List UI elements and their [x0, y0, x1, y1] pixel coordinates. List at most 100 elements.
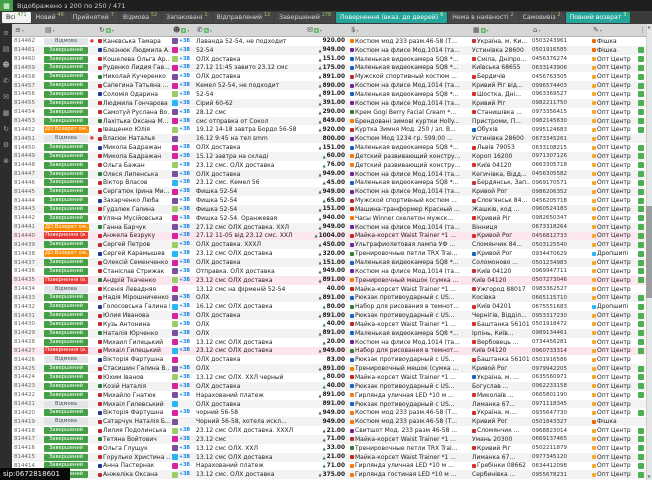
social-viber-icon[interactable] — [172, 392, 178, 398]
table-row[interactable]: 814441ДО Возврат ож.Ганна Барчук+ЗВ27.12… — [12, 223, 652, 232]
orders-icon[interactable]: ▦ — [3, 110, 10, 117]
social-olx-icon[interactable] — [172, 206, 178, 212]
social-viber-icon[interactable] — [172, 198, 178, 204]
social-inst-icon[interactable] — [172, 313, 178, 319]
social-olx-icon[interactable] — [172, 277, 178, 283]
social-inst-icon[interactable] — [172, 47, 178, 53]
table-row[interactable]: 814436ЗавершенийСтаніслав Стрижак+ЗВОтпр… — [12, 267, 652, 276]
social-viber-icon[interactable] — [172, 268, 178, 274]
table-row[interactable]: 814446ЗавершенийВіктор Власов+ЗВ23.12 см… — [12, 179, 652, 188]
social-inst-icon[interactable] — [172, 145, 178, 151]
social-inst-icon[interactable] — [172, 233, 178, 239]
table-row[interactable]: 814449ЗавершенийМикола Бадражан+ЗВ15.12 … — [12, 152, 652, 161]
table-row[interactable]: 814461ЗавершенийБлезнюк Людмила А...+ЗВ5… — [12, 46, 652, 55]
social-viber-icon[interactable] — [172, 366, 178, 372]
table-row[interactable]: 814447ЗавершенийОлеся Липенська+ЗВОЛХ до… — [12, 170, 652, 179]
vertical-scrollbar[interactable]: ▲ ▼ — [646, 24, 652, 480]
table-row[interactable]: 814445ЗавершенийСергатюк Ірина Ми...+ЗВФ… — [12, 187, 652, 196]
social-tg-icon[interactable] — [172, 180, 178, 186]
social-inst-icon[interactable] — [172, 260, 178, 266]
social-inst-icon[interactable] — [172, 118, 178, 124]
social-viber-icon[interactable] — [172, 224, 178, 230]
table-row[interactable]: 814413ЗавершенийАнжеліка Оксана+ЗВ13.12 … — [12, 470, 652, 479]
column-header-address[interactable]: ⌂▾ — [530, 26, 590, 34]
social-viber-icon[interactable] — [172, 171, 178, 177]
social-inst-icon[interactable] — [172, 153, 178, 159]
table-row[interactable]: 814414ЗавершенийАнна Пастернак+ЗВНарахов… — [12, 462, 652, 471]
settings-icon[interactable]: ⚙ — [3, 142, 9, 149]
logout-icon[interactable]: ⊗ — [3, 158, 9, 165]
clients-icon[interactable]: ☻ — [2, 62, 9, 69]
social-inst-icon[interactable] — [172, 339, 178, 345]
table-row[interactable]: 814429ЗавершенийНаталія Юрченко+ЗВОЛХ▲89… — [12, 329, 652, 338]
column-header-amount[interactable]: $▾ — [348, 26, 470, 34]
table-row[interactable]: 814422ЗавершенийМихайло Гнатюк+ЗВНарахов… — [12, 391, 652, 400]
add-icon[interactable]: + — [204, 28, 209, 33]
table-row[interactable]: 814452ДО Возврат ож.Іващенко Юлія+ЗВ19.1… — [12, 125, 652, 134]
table-row[interactable]: 814421ВідмоваМихаіл ГилевськийОЛХ достав… — [12, 400, 652, 409]
social-olx-icon[interactable] — [172, 162, 178, 168]
refresh-icon[interactable]: ↻ — [3, 126, 9, 133]
dashboard-icon[interactable]: ▤ — [3, 46, 10, 53]
table-row[interactable]: 814416ЗавершенийОльга Глущук+ЗВ13.12 смс… — [12, 444, 652, 453]
table-row[interactable]: 814424ЗавершенийЮхим Іванов+ЗВ13.12 смс … — [12, 373, 652, 382]
column-header-id[interactable]: ≡▾ — [12, 26, 42, 34]
social-olx-icon[interactable] — [172, 91, 178, 97]
column-header-delivery[interactable]: ✆+▾ — [194, 26, 304, 34]
social-inst-icon[interactable] — [172, 189, 178, 195]
table-row[interactable]: 814444ЗавершенийЗахарченко Люба+ЗВФишка … — [12, 196, 652, 205]
table-row[interactable]: 814454ЗавершенийСамотуй Руслана Во...+ЗВ… — [12, 108, 652, 117]
scrollbar-thumb[interactable] — [646, 206, 652, 297]
menu-icon[interactable]: ≡ — [3, 30, 9, 37]
table-row[interactable]: 814418ЗавершенийЛилия Подолинська+ЗВ23.1… — [12, 426, 652, 435]
social-tg-icon[interactable] — [172, 304, 178, 310]
add-icon[interactable]: + — [181, 28, 186, 33]
social-tg-icon[interactable] — [172, 100, 178, 106]
table-row[interactable]: 814450ЗавершенийМикола Бадражан+ЗВОЛХ до… — [12, 143, 652, 152]
table-row[interactable]: 814417ЗавершенийТетяна Войтович+ЗВ23.12 … — [12, 435, 652, 444]
mail-icon[interactable]: ✉ — [3, 94, 9, 101]
column-header-products[interactable]: ▦+▾ — [470, 26, 530, 34]
column-header-comments[interactable]: ✉+▾ — [304, 26, 348, 34]
social-viber-icon[interactable] — [172, 445, 178, 451]
table-row[interactable]: 814430ЗавершенийКузь Антонина+ЗВОЛХ▲40.0… — [12, 320, 652, 329]
table-row[interactable]: 814440Повернення (в.Анжела Безруку+ЗВ27.… — [12, 232, 652, 241]
social-viber-icon[interactable] — [172, 38, 178, 44]
table-row[interactable]: 814435Повернення (в.Андрій Ткаченко+ЗВ23… — [12, 276, 652, 285]
tab-відправлений[interactable]: Відправлений12 — [213, 12, 275, 23]
social-viber-icon[interactable] — [172, 136, 178, 142]
table-row[interactable]: 814462Відмова●Канєвська Тамара+ЗВЛаванда… — [12, 37, 652, 46]
column-header-contacts[interactable]: ☻+▾ — [170, 26, 194, 34]
table-row[interactable]: 814431ЗавершенийЮлия Иванова+ЗВОЛХ доста… — [12, 311, 652, 320]
social-inst-icon[interactable] — [172, 215, 178, 221]
table-row[interactable]: 814456ЗавершенийСоломія Одарина+ЗВ52-54▲… — [12, 90, 652, 99]
social-viber-icon[interactable] — [172, 74, 178, 80]
column-header-more[interactable]: ⋮▾ — [636, 26, 646, 34]
table-row[interactable]: 814427Повернення (в.Михаіл Гилецький+ЗВ2… — [12, 347, 652, 356]
table-row[interactable]: 814439ЗавершенийСергей Петров+ЗВОЛХ дост… — [12, 240, 652, 249]
table-row[interactable]: 814423ЗавершенийКозій Наталія+ЗВОЛХ дост… — [12, 382, 652, 391]
column-header-phone[interactable]: ✎▾ — [590, 26, 636, 34]
table-row[interactable]: 814437ЗавершенийОлексій Семенченко+ЗВОЛХ… — [12, 258, 652, 267]
tab-повний-возврат[interactable]: Повний возврат3 — [566, 12, 631, 23]
add-icon[interactable]: + — [106, 28, 111, 33]
social-olx-icon[interactable] — [172, 321, 178, 327]
tab-всі[interactable]: Всі471 — [2, 12, 31, 23]
social-viber-icon[interactable] — [172, 109, 178, 115]
social-viber-icon[interactable] — [172, 419, 178, 425]
table-row[interactable]: 814460ЗавершенийКошелева Ольга Ар...+ЗВО… — [12, 55, 652, 64]
social-olx-icon[interactable] — [172, 374, 178, 380]
social-viber-icon[interactable] — [172, 295, 178, 301]
social-inst-icon[interactable] — [172, 410, 178, 416]
column-header-client[interactable]: ↻+▾ — [96, 26, 170, 34]
calls-icon[interactable]: ✆ — [3, 78, 9, 85]
column-header-status[interactable]: ▤▾ — [42, 26, 96, 34]
table-row[interactable]: 814448ЗавершенийОльга Бажан+ЗВ23.12 смс.… — [12, 161, 652, 170]
social-tg-icon[interactable] — [172, 454, 178, 460]
table-row[interactable]: 814458ЗавершенийНиколай Кучеренко+ЗВОЛХ … — [12, 72, 652, 81]
table-row[interactable]: 814426ВідмоваВікторія ФартушнаОЛХ достав… — [12, 355, 652, 364]
table-row[interactable]: 814434ВідмоваКсенія Левадняя13.12 смс на… — [12, 285, 652, 294]
table-row[interactable]: 814457ЗавершенийСапегина Татьяна ...+ЗВК… — [12, 81, 652, 90]
social-inst-icon[interactable] — [172, 65, 178, 71]
table-row[interactable]: 814415ЗавершенийГорулько Христина ...+ЗВ… — [12, 453, 652, 462]
